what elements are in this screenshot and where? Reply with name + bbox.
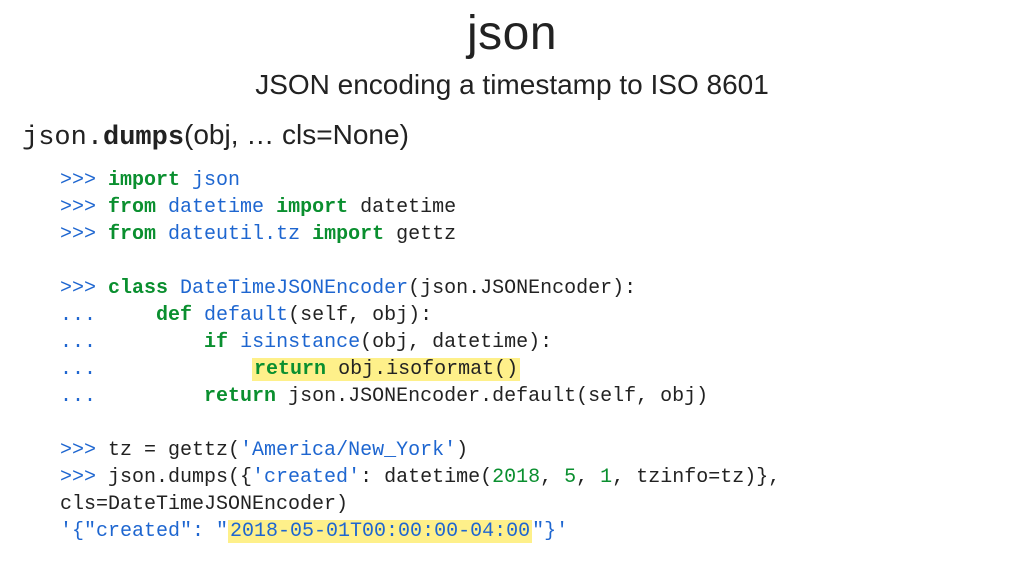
name-datetime: datetime: [360, 196, 456, 219]
fallback-return: json.JSONEncoder.default(self, obj): [288, 385, 708, 408]
method-default: default: [204, 304, 288, 327]
class-bases: (json.JSONEncoder):: [408, 277, 636, 300]
call-isinstance: isinstance: [240, 331, 360, 354]
comma: ,: [576, 466, 600, 489]
output-line: '{"created": "2018-05-01T00:00:00-04:00"…: [60, 520, 568, 543]
module-dateutil: dateutil.tz: [168, 223, 300, 246]
module-datetime: datetime: [168, 196, 264, 219]
output-suffix: "}': [532, 520, 568, 543]
num-month: 5: [564, 466, 576, 489]
prompt: >>>: [60, 169, 108, 192]
sig-dot: .: [87, 123, 103, 153]
kw-class: class: [108, 277, 168, 300]
dict-sep: : datetime(: [360, 466, 492, 489]
kw-return: return: [254, 358, 326, 381]
continuation: ...: [60, 304, 156, 327]
method-params: (self, obj):: [288, 304, 432, 327]
slide-subtitle: JSON encoding a timestamp to ISO 8601: [0, 69, 1024, 101]
continuation: ...: [60, 331, 156, 354]
highlighted-iso-timestamp: 2018-05-01T00:00:00-04:00: [228, 520, 532, 543]
slide-title: json: [0, 6, 1024, 61]
dt-kwargs: , tzinfo=tz)},: [612, 466, 780, 489]
prompt: >>>: [60, 196, 108, 219]
comma: ,: [540, 466, 564, 489]
prompt: >>>: [60, 439, 108, 462]
prompt: >>>: [60, 466, 108, 489]
function-signature: json.dumps(obj, … cls=None): [22, 119, 1024, 153]
kw-from: from: [108, 196, 156, 219]
dot: .: [374, 358, 386, 381]
obj: obj: [338, 358, 374, 381]
num-year: 2018: [492, 466, 540, 489]
kw-import: import: [108, 169, 180, 192]
sig-func: dumps: [103, 123, 184, 153]
rparen: ): [456, 439, 468, 462]
code-block: >>> import json >>> from datetime import…: [60, 167, 1024, 545]
continuation: ...: [60, 385, 156, 408]
output-prefix: '{"created": ": [60, 520, 228, 543]
string-tzname: 'America/New_York': [240, 439, 456, 462]
class-name: DateTimeJSONEncoder: [180, 277, 408, 300]
highlighted-return: return obj.isoformat(): [252, 358, 520, 381]
prompt: >>>: [60, 223, 108, 246]
prompt: >>>: [60, 277, 108, 300]
call-dumps: json.dumps({: [108, 466, 252, 489]
kw-if: if: [204, 331, 228, 354]
kw-import: import: [276, 196, 348, 219]
name-gettz: gettz: [396, 223, 456, 246]
kw-import: import: [312, 223, 384, 246]
sig-rest: (obj, … cls=None): [184, 119, 409, 150]
kw-def: def: [156, 304, 192, 327]
method-isoformat: isoformat(): [386, 358, 518, 381]
module-json: json: [192, 169, 240, 192]
assign-tz: tz = gettz(: [108, 439, 240, 462]
continuation: ...: [60, 358, 156, 381]
isinstance-args: (obj, datetime):: [360, 331, 552, 354]
num-day: 1: [600, 466, 612, 489]
kw-return: return: [204, 385, 276, 408]
sig-module: json: [22, 123, 87, 153]
dict-key: 'created': [252, 466, 360, 489]
kw-from: from: [108, 223, 156, 246]
cls-kwarg: cls=DateTimeJSONEncoder): [60, 493, 348, 516]
